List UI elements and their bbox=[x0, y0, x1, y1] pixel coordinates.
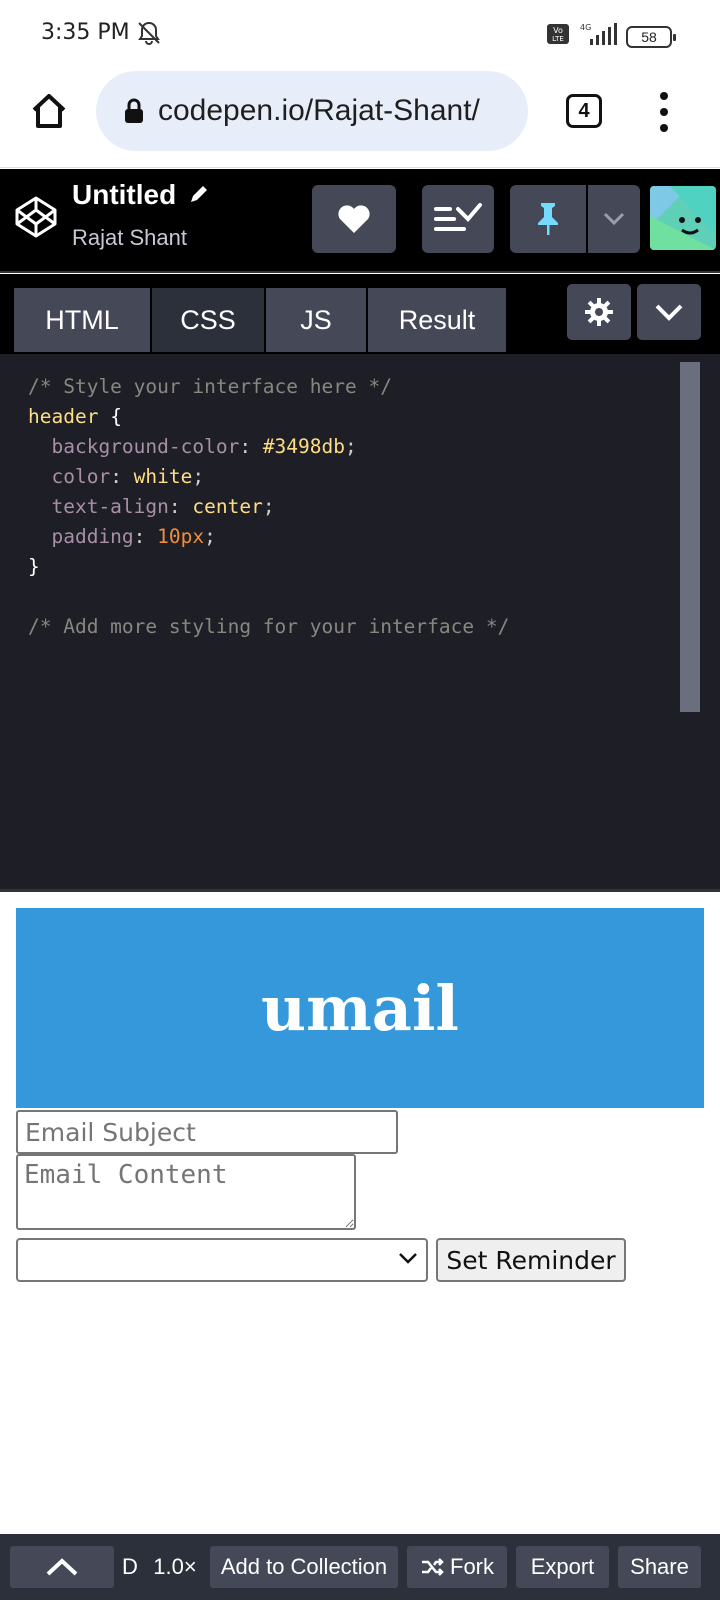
menu-dot bbox=[660, 92, 668, 100]
codepen-bottom-bar: D 1.0× Add to Collection Fork Export Sha… bbox=[0, 1534, 720, 1600]
codepen-header: Untitled Rajat Shant bbox=[0, 169, 720, 273]
export-button[interactable]: Export bbox=[516, 1546, 609, 1588]
css-prop-name: text-align bbox=[51, 495, 169, 518]
edit-pencil-icon[interactable] bbox=[188, 183, 210, 205]
mute-icon bbox=[136, 20, 162, 51]
network-label: 4G bbox=[580, 23, 591, 32]
css-prop-name: color bbox=[51, 465, 111, 488]
chevron-down-icon bbox=[603, 212, 625, 226]
css-prop-name: padding bbox=[51, 525, 134, 548]
code-line-comment: /* Style your interface here */ bbox=[28, 375, 392, 398]
code-line-selector: header { bbox=[28, 405, 122, 428]
css-prop-value: center bbox=[192, 495, 263, 518]
avatar-icon bbox=[650, 186, 716, 250]
css-prop-name: background-color bbox=[51, 435, 240, 458]
address-bar[interactable]: codepen.io/Rajat-Shant/ bbox=[96, 71, 528, 151]
code-line-prop: background-color: #3498db; bbox=[51, 435, 357, 458]
editor-tab-strip: HTML CSS JS Result bbox=[0, 274, 720, 354]
menu-dot bbox=[660, 108, 668, 116]
user-avatar[interactable] bbox=[650, 186, 716, 250]
change-view-button[interactable] bbox=[422, 185, 494, 253]
css-prop-value: 10px bbox=[157, 525, 205, 548]
tab-switcher-button[interactable]: 4 bbox=[566, 94, 602, 128]
home-icon bbox=[32, 94, 66, 128]
share-button[interactable]: Share bbox=[618, 1546, 701, 1588]
tab-result[interactable]: Result bbox=[368, 288, 506, 352]
css-prop-value: white bbox=[133, 465, 193, 488]
code-line-close: } bbox=[28, 555, 40, 578]
status-time: 3:35 PM bbox=[41, 20, 130, 45]
code-line-prop: text-align: center; bbox=[51, 495, 275, 518]
pin-button[interactable] bbox=[510, 185, 586, 253]
fork-button[interactable]: Fork bbox=[407, 1546, 507, 1588]
add-to-collection-button[interactable]: Add to Collection bbox=[210, 1546, 398, 1588]
css-selector: header bbox=[28, 405, 99, 428]
editor-settings-button[interactable] bbox=[567, 284, 631, 340]
home-button[interactable] bbox=[26, 88, 72, 134]
status-bar: 3:35 PM Vo LTE 4G 58 bbox=[0, 0, 720, 68]
signal-icon: 4G bbox=[578, 22, 618, 51]
browser-toolbar: codepen.io/Rajat-Shant/ 4 bbox=[0, 68, 720, 168]
d-label[interactable]: D bbox=[114, 1546, 146, 1588]
zoom-level[interactable]: 1.0× bbox=[148, 1546, 202, 1588]
chevron-down-icon bbox=[399, 1253, 417, 1264]
set-reminder-button[interactable]: Set Reminder bbox=[436, 1238, 626, 1282]
chevron-up-icon bbox=[46, 1558, 78, 1576]
gear-icon bbox=[585, 298, 613, 326]
css-code-editor[interactable]: /* Style your interface here */header { … bbox=[0, 354, 720, 892]
tab-js[interactable]: JS bbox=[266, 288, 366, 352]
chevron-down-icon bbox=[655, 304, 683, 321]
umail-header: umail bbox=[16, 908, 704, 1108]
lock-icon bbox=[125, 98, 143, 123]
css-prop-value: #3498db bbox=[262, 435, 345, 458]
pin-icon bbox=[538, 203, 558, 235]
editor-collapse-button[interactable] bbox=[637, 284, 701, 340]
editor-scrollbar[interactable] bbox=[680, 362, 700, 712]
result-preview: umail Set Reminder bbox=[0, 894, 720, 1534]
reminder-time-select[interactable] bbox=[16, 1238, 428, 1282]
codepen-logo-icon[interactable] bbox=[14, 195, 58, 239]
pen-title[interactable]: Untitled bbox=[72, 179, 176, 211]
love-button[interactable] bbox=[312, 185, 396, 253]
expand-console-button[interactable] bbox=[10, 1546, 114, 1588]
fork-label: Fork bbox=[450, 1554, 494, 1579]
svg-text:Vo: Vo bbox=[553, 26, 563, 35]
battery-indicator: 58 bbox=[626, 25, 676, 48]
tab-css[interactable]: CSS bbox=[152, 288, 264, 352]
menu-dot bbox=[660, 124, 668, 132]
code-line-prop: color: white; bbox=[51, 465, 205, 488]
layout-icon bbox=[434, 203, 482, 231]
volte-icon: Vo LTE bbox=[546, 23, 570, 50]
code-content[interactable]: /* Style your interface here */header { … bbox=[28, 372, 509, 642]
heart-icon bbox=[338, 205, 370, 233]
tab-html[interactable]: HTML bbox=[14, 288, 150, 352]
code-line-comment: /* Add more styling for your interface *… bbox=[28, 615, 510, 638]
browser-menu-button[interactable] bbox=[652, 92, 676, 132]
app-heading: umail bbox=[261, 971, 459, 1045]
svg-text:LTE: LTE bbox=[552, 35, 564, 43]
url-text: codepen.io/Rajat-Shant/ bbox=[158, 94, 480, 127]
email-content-textarea[interactable] bbox=[16, 1154, 356, 1230]
pen-author[interactable]: Rajat Shant bbox=[72, 225, 187, 251]
pin-dropdown-button[interactable] bbox=[588, 185, 640, 253]
fork-icon bbox=[422, 1558, 444, 1576]
email-subject-input[interactable] bbox=[16, 1110, 398, 1154]
code-line-prop: padding: 10px; bbox=[51, 525, 216, 548]
